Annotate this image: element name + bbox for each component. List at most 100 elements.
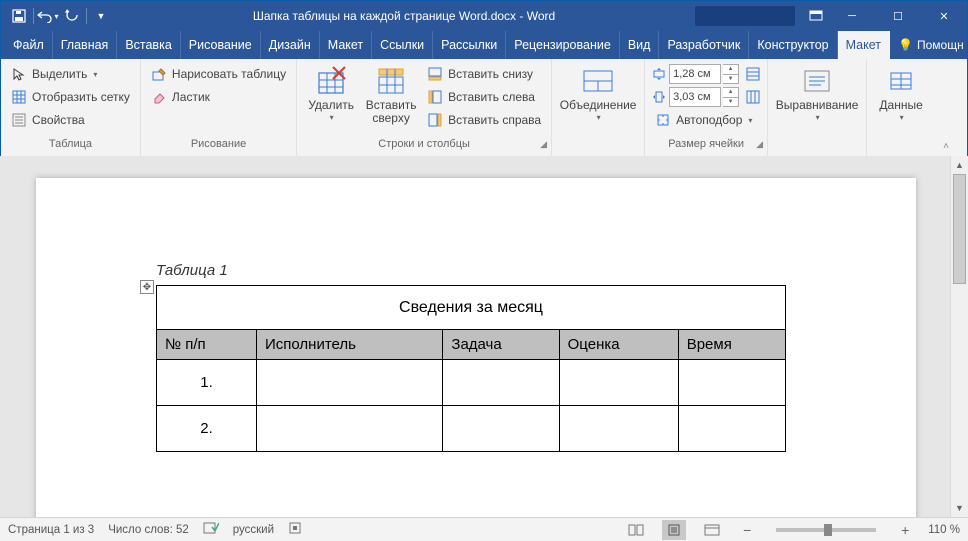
data-button[interactable]: Данные▾: [873, 63, 929, 131]
table-cell[interactable]: [257, 406, 443, 452]
tab-insert[interactable]: Вставка: [117, 31, 180, 59]
table-cell[interactable]: [257, 360, 443, 406]
tell-me[interactable]: 💡Помощн: [890, 31, 968, 59]
table-cell[interactable]: [678, 360, 785, 406]
redo-button[interactable]: [60, 4, 84, 28]
table-cell[interactable]: [559, 406, 678, 452]
tab-table-design[interactable]: Конструктор: [749, 31, 837, 59]
select-button[interactable]: Выделить▾: [7, 63, 134, 85]
read-mode-icon[interactable]: [624, 520, 648, 540]
distribute-rows-icon[interactable]: [745, 66, 761, 82]
insert-right-button[interactable]: Вставить справа: [423, 109, 545, 131]
tab-table-layout[interactable]: Макет: [838, 31, 890, 59]
distribute-columns-icon[interactable]: [745, 89, 761, 105]
document-scroll[interactable]: Таблица 1 ✥ Сведения за месяц № п/п Испо…: [0, 156, 950, 517]
web-layout-icon[interactable]: [700, 520, 724, 540]
row-height-spinner[interactable]: ▲▼: [723, 64, 739, 84]
eraser-button[interactable]: Ластик: [147, 86, 290, 108]
macro-icon[interactable]: [288, 521, 302, 538]
alignment-button[interactable]: Выравнивание▾: [774, 63, 860, 131]
language-status[interactable]: русский: [233, 524, 274, 536]
dialog-launcher-icon[interactable]: ◢: [756, 139, 763, 150]
scroll-down-icon[interactable]: ▼: [951, 499, 968, 517]
minimize-button[interactable]: ─: [829, 1, 875, 31]
column-width-spinner[interactable]: ▲▼: [723, 87, 739, 107]
table-cell[interactable]: [443, 406, 559, 452]
print-layout-icon[interactable]: [662, 520, 686, 540]
table-header-cell[interactable]: Оценка: [559, 330, 678, 360]
tab-references[interactable]: Ссылки: [372, 31, 433, 59]
table-row[interactable]: 1.: [157, 360, 786, 406]
table-header-cell[interactable]: № п/п: [157, 330, 257, 360]
tab-layout[interactable]: Макет: [320, 31, 372, 59]
table-row[interactable]: 2.: [157, 406, 786, 452]
grid-icon: [11, 89, 27, 105]
collapse-ribbon[interactable]: ˄: [935, 59, 957, 156]
column-width-input[interactable]: 3,03 см: [669, 87, 721, 107]
qat-customize[interactable]: ▼: [89, 4, 113, 28]
table-cell[interactable]: [678, 406, 785, 452]
tab-view[interactable]: Вид: [620, 31, 660, 59]
zoom-in-button[interactable]: +: [896, 522, 914, 538]
alignment-label: Выравнивание: [776, 99, 859, 112]
table-caption[interactable]: Таблица 1: [156, 262, 916, 279]
word-count[interactable]: Число слов: 52: [108, 524, 189, 536]
proofing-icon[interactable]: [203, 521, 219, 538]
scroll-track[interactable]: [951, 174, 968, 499]
table-cell[interactable]: 1.: [157, 360, 257, 406]
table-cell[interactable]: [559, 360, 678, 406]
view-gridlines-button[interactable]: Отобразить сетку: [7, 86, 134, 108]
height-icon: [651, 66, 667, 82]
tab-file[interactable]: Файл: [5, 31, 53, 59]
maximize-button[interactable]: ☐: [875, 1, 921, 31]
table-title-cell[interactable]: Сведения за месяц: [157, 286, 786, 330]
data-label: Данные: [879, 99, 922, 112]
row-height-control[interactable]: 1,28 см ▲▼: [651, 63, 761, 85]
table-move-handle[interactable]: ✥: [140, 280, 154, 294]
document-table[interactable]: Сведения за месяц № п/п Исполнитель Зада…: [156, 285, 786, 452]
tab-review[interactable]: Рецензирование: [506, 31, 620, 59]
table-header-cell[interactable]: Задача: [443, 330, 559, 360]
delete-button[interactable]: Удалить▾: [303, 63, 359, 131]
ribbon-display-options[interactable]: [803, 3, 829, 29]
group-alignment: Выравнивание▾: [768, 59, 867, 156]
tab-developer[interactable]: Разработчик: [659, 31, 749, 59]
tab-mailings[interactable]: Рассылки: [433, 31, 506, 59]
autofit-button[interactable]: Автоподбор▾: [651, 109, 761, 131]
draw-table-button[interactable]: Нарисовать таблицу: [147, 63, 290, 85]
table-cell[interactable]: [443, 360, 559, 406]
zoom-slider-knob[interactable]: [824, 524, 832, 536]
insert-left-button[interactable]: Вставить слева: [423, 86, 545, 108]
group-cellsize-label: Размер ячейки◢: [651, 138, 761, 156]
close-button[interactable]: ✕: [921, 1, 967, 31]
column-width-control[interactable]: 3,03 см ▲▼: [651, 86, 761, 108]
vertical-scrollbar[interactable]: ▲ ▼: [950, 156, 968, 517]
table-header-cell[interactable]: Время: [678, 330, 785, 360]
row-height-input[interactable]: 1,28 см: [669, 64, 721, 84]
zoom-out-button[interactable]: −: [738, 522, 756, 538]
user-account[interactable]: [695, 6, 795, 26]
tab-design[interactable]: Дизайн: [261, 31, 320, 59]
save-button[interactable]: [7, 4, 31, 28]
dialog-launcher-icon[interactable]: ◢: [540, 139, 547, 150]
zoom-level[interactable]: 110 %: [928, 524, 960, 536]
scroll-up-icon[interactable]: ▲: [951, 156, 968, 174]
merge-button[interactable]: Объединение▾: [558, 63, 638, 131]
scroll-thumb[interactable]: [953, 174, 966, 284]
zoom-slider[interactable]: [776, 528, 876, 532]
group-data: Данные▾: [867, 59, 935, 156]
tab-draw[interactable]: Рисование: [181, 31, 261, 59]
group-rowscols-label: Строки и столбцы◢: [303, 138, 545, 156]
table-header-row[interactable]: № п/п Исполнитель Задача Оценка Время: [157, 330, 786, 360]
properties-button[interactable]: Свойства: [7, 109, 134, 131]
table-cell[interactable]: 2.: [157, 406, 257, 452]
tab-home[interactable]: Главная: [53, 31, 118, 59]
undo-button[interactable]: ▾: [36, 4, 60, 28]
group-merge: Объединение▾: [552, 59, 645, 156]
window-controls: ─ ☐ ✕: [829, 1, 967, 31]
insert-above-button[interactable]: Вставить сверху: [363, 63, 419, 131]
table-header-cell[interactable]: Исполнитель: [257, 330, 443, 360]
insert-below-button[interactable]: Вставить снизу: [423, 63, 545, 85]
group-table: Выделить▾ Отобразить сетку Свойства Табл…: [1, 59, 141, 156]
page-status[interactable]: Страница 1 из 3: [8, 524, 94, 536]
